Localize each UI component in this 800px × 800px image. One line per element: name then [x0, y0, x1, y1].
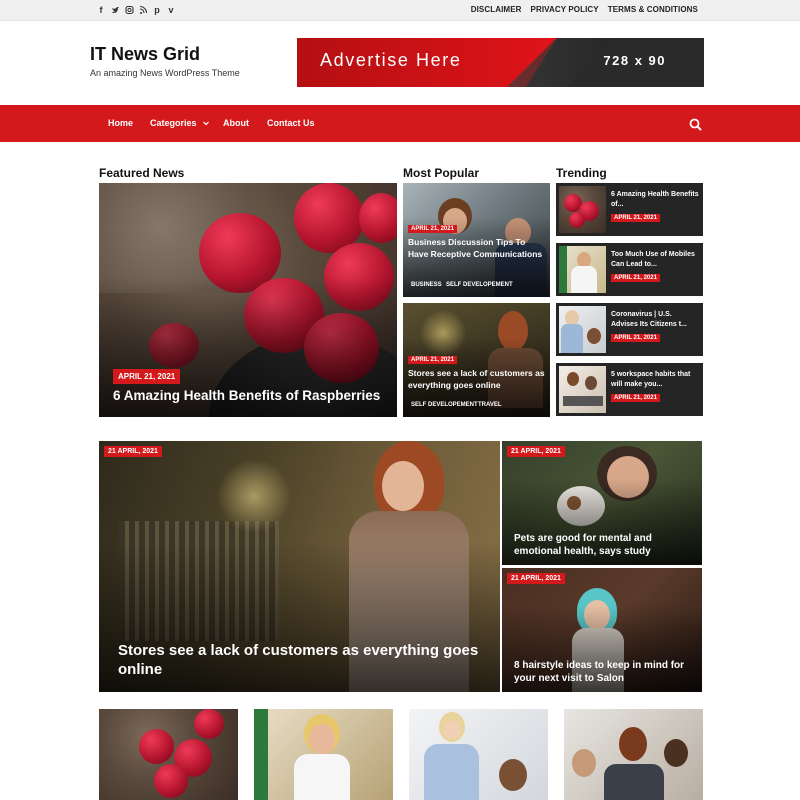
nav-home[interactable]: Home — [108, 118, 133, 128]
terms-link[interactable]: TERMS & CONDITIONS — [608, 5, 698, 14]
trending-post-card[interactable]: 6 Amazing Health Benefits of... APRIL 21… — [556, 183, 703, 236]
pinterest-icon[interactable]: p — [153, 4, 161, 16]
popular-title[interactable]: Business Discussion Tips To Have Recepti… — [408, 237, 543, 260]
chevron-down-icon — [203, 118, 209, 128]
trending-date-badge[interactable]: APRIL 21, 2021 — [611, 214, 660, 222]
grid-title[interactable]: Stores see a lack of customers as everyt… — [118, 641, 488, 679]
post-thumbnail — [559, 246, 606, 293]
post-thumbnail-card[interactable] — [99, 709, 238, 800]
trending-date-badge[interactable]: APRIL 21, 2021 — [611, 334, 660, 342]
top-links: DISCLAIMER PRIVACY POLICY TERMS & CONDIT… — [471, 5, 698, 14]
most-popular-heading: Most Popular — [403, 166, 480, 180]
search-icon[interactable] — [689, 118, 702, 131]
popular-date-badge[interactable]: APRIL 21, 2021 — [408, 356, 457, 364]
trending-post-card[interactable]: Too Much Use of Mobiles Can Lead to... A… — [556, 243, 703, 296]
category-tag[interactable]: SELF DEVELOPEMENT — [411, 402, 478, 408]
popular-title[interactable]: Stores see a lack of customers as everyt… — [408, 368, 548, 391]
grid-title[interactable]: Pets are good for mental and emotional h… — [514, 532, 694, 558]
popular-post-card[interactable]: APRIL 21, 2021 Business Discussion Tips … — [403, 183, 550, 297]
site-tagline: An amazing News WordPress Theme — [90, 68, 240, 78]
category-tag[interactable]: SELF DEVELOPEMENT — [446, 282, 513, 288]
nav-categories[interactable]: Categories — [150, 118, 209, 128]
grid-date-badge[interactable]: 21 APRIL, 2021 — [104, 446, 162, 457]
trending-title[interactable]: 5 workspace habits that will make you... — [611, 370, 699, 390]
post-thumbnail — [559, 186, 606, 233]
ad-text: Advertise Here — [320, 50, 462, 70]
post-thumbnail-card[interactable] — [254, 709, 393, 800]
rss-icon[interactable] — [139, 4, 148, 16]
popular-date-badge[interactable]: APRIL 21, 2021 — [408, 225, 457, 233]
featured-title[interactable]: 6 Amazing Health Benefits of Raspberries — [113, 388, 380, 403]
trending-title[interactable]: Coronavirus | U.S. Advises Its Citizens … — [611, 310, 699, 330]
grid-post-card-large[interactable]: 21 APRIL, 2021 Stores see a lack of cust… — [99, 441, 500, 692]
advertisement-banner[interactable]: Advertise Here 728 x 90 — [297, 38, 704, 87]
grid-post-card[interactable]: 21 APRIL, 2021 Pets are good for mental … — [502, 441, 702, 565]
nav-categories-label: Categories — [150, 118, 197, 128]
privacy-policy-link[interactable]: PRIVACY POLICY — [531, 5, 599, 14]
trending-date-badge[interactable]: APRIL 21, 2021 — [611, 394, 660, 402]
post-thumbnail — [559, 306, 606, 353]
trending-date-badge[interactable]: APRIL 21, 2021 — [611, 274, 660, 282]
vimeo-icon[interactable]: v — [167, 4, 175, 16]
nav-about[interactable]: About — [223, 118, 249, 128]
social-links: f p v — [97, 4, 175, 16]
featured-post-card[interactable]: APRIL 21, 2021 6 Amazing Health Benefits… — [99, 183, 397, 417]
trending-title[interactable]: Too Much Use of Mobiles Can Lead to... — [611, 250, 699, 270]
ad-size: 728 x 90 — [603, 53, 666, 68]
nav-contact[interactable]: Contact Us — [267, 118, 315, 128]
grid-date-badge[interactable]: 21 APRIL, 2021 — [507, 446, 565, 457]
trending-title[interactable]: 6 Amazing Health Benefits of... — [611, 190, 699, 210]
trending-post-card[interactable]: 5 workspace habits that will make you...… — [556, 363, 703, 416]
category-tag[interactable]: TRAVEL — [478, 402, 502, 408]
facebook-icon[interactable]: f — [97, 4, 105, 16]
featured-date-badge[interactable]: APRIL 21, 2021 — [113, 369, 181, 384]
disclaimer-link[interactable]: DISCLAIMER — [471, 5, 522, 14]
site-title[interactable]: IT News Grid — [90, 44, 200, 65]
post-thumbnail — [559, 366, 606, 413]
grid-title[interactable]: 8 hairstyle ideas to keep in mind for yo… — [514, 659, 699, 685]
trending-post-card[interactable]: Coronavirus | U.S. Advises Its Citizens … — [556, 303, 703, 356]
category-tag[interactable]: BUSINESS — [411, 282, 442, 288]
top-bar: f p v DISCLAIMER PRIVACY POLICY TERMS & … — [0, 0, 800, 21]
grid-post-card[interactable]: 21 APRIL, 2021 8 hairstyle ideas to keep… — [502, 568, 702, 692]
grid-date-badge[interactable]: 21 APRIL, 2021 — [507, 573, 565, 584]
popular-post-card[interactable]: APRIL 21, 2021 Stores see a lack of cust… — [403, 303, 550, 417]
post-thumbnail-card[interactable] — [409, 709, 548, 800]
trending-heading: Trending — [556, 166, 607, 180]
instagram-icon[interactable] — [125, 4, 134, 16]
post-thumbnail-card[interactable] — [564, 709, 703, 800]
featured-news-heading: Featured News — [99, 166, 185, 180]
main-navigation: Home Categories About Contact Us — [0, 105, 800, 142]
twitter-icon[interactable] — [111, 4, 119, 16]
